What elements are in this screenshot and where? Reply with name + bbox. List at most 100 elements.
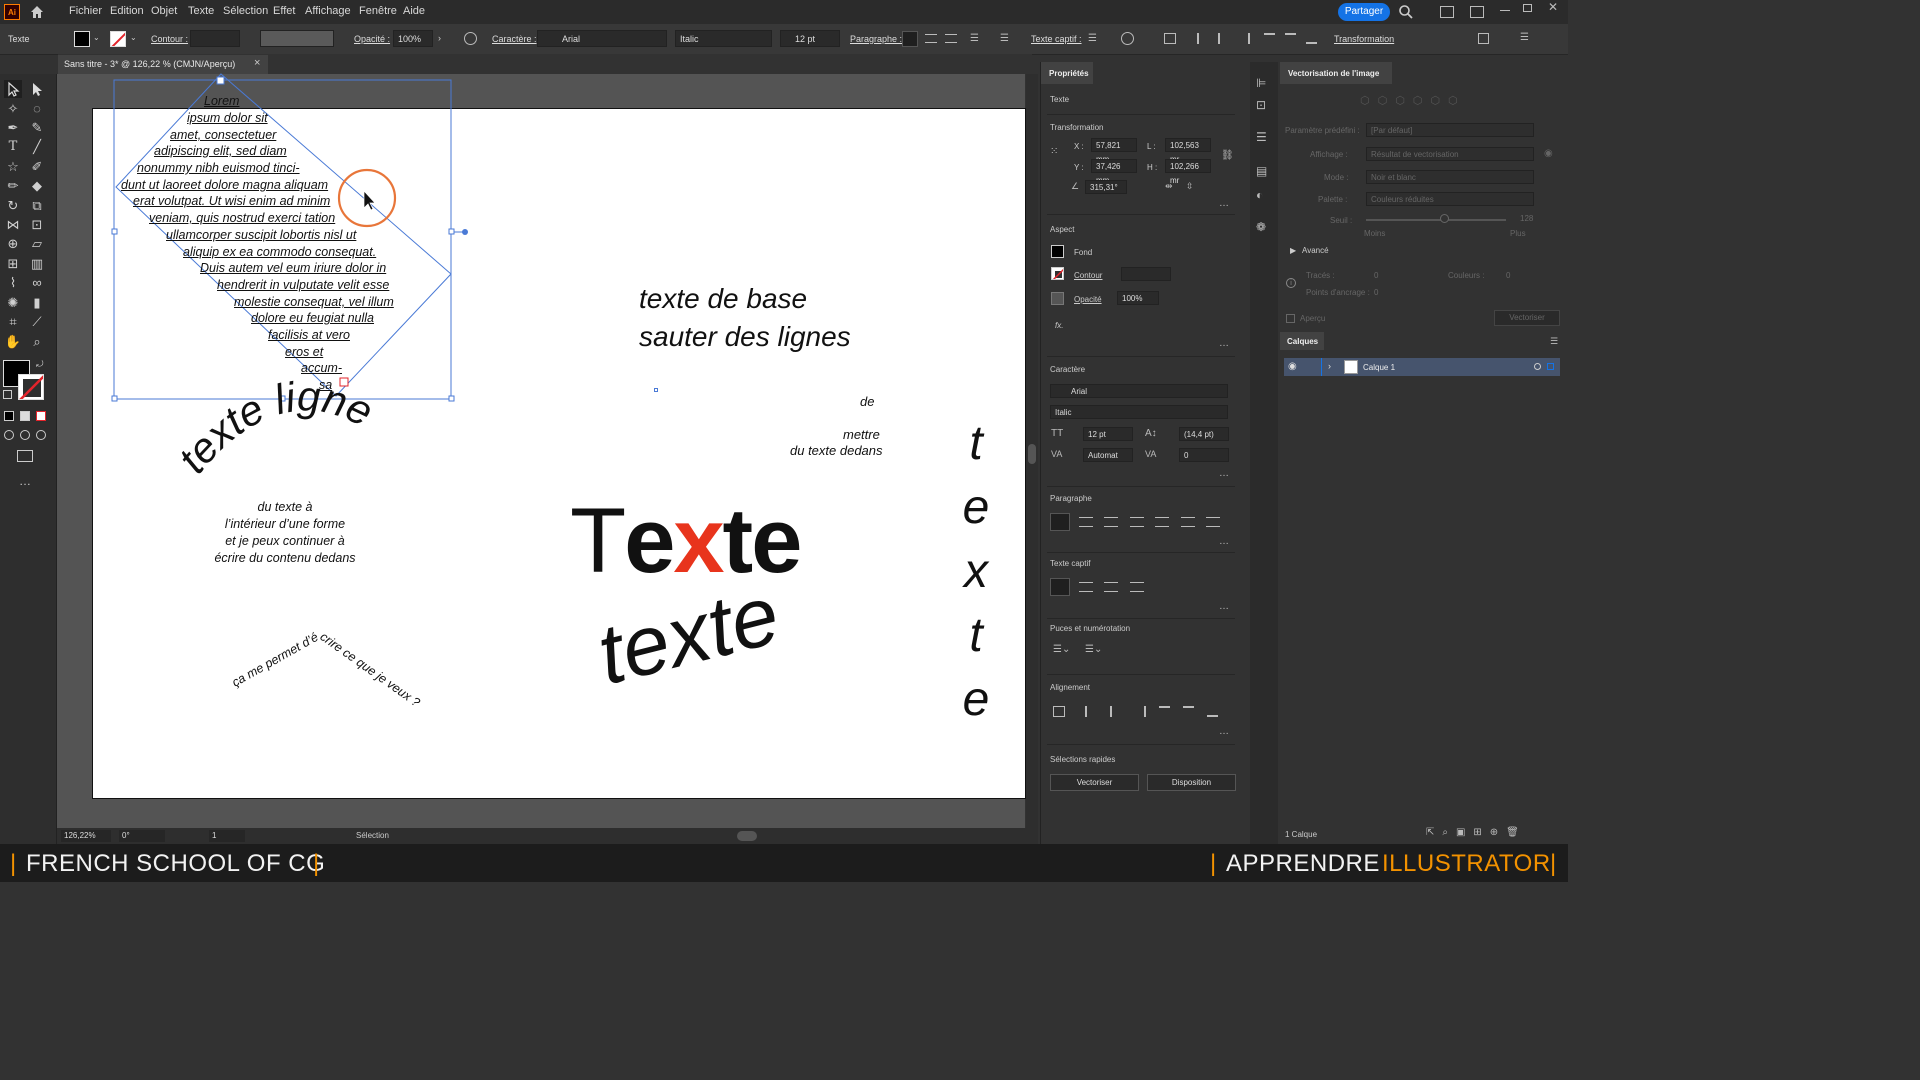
props-align-hcenter-icon[interactable] bbox=[1110, 706, 1121, 717]
vertical-scroll-thumb[interactable] bbox=[1028, 444, 1036, 464]
recolor-icon[interactable] bbox=[464, 32, 477, 45]
width-tool-icon[interactable]: ⋈ bbox=[4, 216, 22, 234]
gradient-tool-icon[interactable]: ▥ bbox=[28, 255, 46, 273]
eyedropper-tool-icon[interactable]: ⌇ bbox=[4, 274, 22, 292]
curvature-tool-icon[interactable]: ✎ bbox=[28, 119, 46, 137]
more-options-icon[interactable]: … bbox=[1219, 338, 1229, 349]
more-options-icon[interactable]: … bbox=[1219, 468, 1229, 479]
trace-button[interactable]: Vectoriser bbox=[1494, 310, 1560, 326]
rotate-tool-icon[interactable]: ↻ bbox=[4, 197, 22, 215]
area-type-align-top-button[interactable] bbox=[1050, 578, 1070, 596]
menu-affichage[interactable]: Affichage bbox=[305, 5, 351, 17]
stroke-color-swatch[interactable] bbox=[18, 374, 44, 400]
free-transform-tool-icon[interactable]: ⊡ bbox=[28, 216, 46, 234]
small-text-line[interactable]: du texte dedans bbox=[790, 443, 883, 458]
gradient-panel-icon[interactable]: ▤ bbox=[1256, 164, 1267, 178]
preview-checkbox[interactable] bbox=[1286, 314, 1295, 323]
menu-fichier[interactable]: Fichier bbox=[69, 5, 102, 17]
align-vcenter-objects-icon[interactable] bbox=[1285, 33, 1296, 44]
y-field[interactable]: 37,426 mm bbox=[1091, 159, 1137, 185]
layer-target-icon[interactable] bbox=[1534, 363, 1541, 370]
image-trace-panel-icon[interactable]: ❁ bbox=[1256, 220, 1266, 234]
type-tool-icon[interactable]: T bbox=[4, 138, 22, 156]
layer-name[interactable]: Calque 1 bbox=[1363, 363, 1395, 372]
menu-selection[interactable]: Sélection bbox=[223, 5, 268, 17]
menu-edition[interactable]: Edition bbox=[110, 5, 144, 17]
current-tool-status[interactable]: Sélection bbox=[356, 831, 389, 840]
opacity-field[interactable]: 100% bbox=[393, 30, 433, 47]
align-left-button[interactable] bbox=[902, 31, 918, 47]
hand-tool-icon[interactable]: ✋ bbox=[4, 333, 22, 351]
panel-menu-icon[interactable]: ☰ bbox=[1550, 336, 1558, 347]
appearance-fill-swatch[interactable] bbox=[1051, 245, 1064, 258]
zoom-tool-icon[interactable]: ⌕ bbox=[28, 333, 46, 351]
vertical-text[interactable]: t e x t e bbox=[956, 412, 996, 732]
props-align-right-icon[interactable] bbox=[1135, 706, 1146, 717]
arrange-icon[interactable] bbox=[1470, 6, 1484, 18]
stroke-weight-field[interactable] bbox=[190, 30, 240, 47]
screen-mode-icon[interactable] bbox=[17, 450, 33, 462]
area-type-align-bottom-icon[interactable] bbox=[1104, 582, 1118, 592]
star-tool-icon[interactable]: ☆ bbox=[4, 158, 22, 176]
text-anchor-point[interactable] bbox=[654, 388, 658, 392]
more-options-icon[interactable]: … bbox=[1219, 601, 1229, 612]
width-field[interactable]: 102,563 mr bbox=[1165, 138, 1211, 164]
slice-tool-icon[interactable]: ⟋ bbox=[28, 313, 46, 331]
workspace-icon[interactable] bbox=[1440, 6, 1454, 18]
gradient-mode-icon[interactable] bbox=[20, 411, 30, 421]
small-text-line[interactable]: de bbox=[860, 394, 874, 409]
vectorize-text-button[interactable]: Vectoriser bbox=[1050, 774, 1139, 791]
opacity-label[interactable]: Opacité : bbox=[354, 34, 390, 44]
appearance-panel-icon[interactable]: ◐ bbox=[1256, 188, 1263, 202]
align-panel-icon[interactable]: ⊫ bbox=[1256, 76, 1266, 90]
constrain-proportions-icon[interactable]: ⛓ bbox=[1221, 150, 1234, 161]
layer-selection-indicator[interactable] bbox=[1547, 363, 1554, 370]
angle-field[interactable]: 315,31° bbox=[1085, 180, 1127, 194]
horizontal-scroll-thumb[interactable] bbox=[737, 831, 757, 841]
path-text-arc[interactable]: texte ligne bbox=[169, 372, 420, 490]
default-colors-icon[interactable] bbox=[3, 390, 12, 399]
panel-menu-icon[interactable]: ☰ bbox=[1520, 32, 1529, 43]
align-left-objects-icon[interactable] bbox=[1197, 33, 1208, 44]
perspective-grid-tool-icon[interactable]: ▱ bbox=[28, 235, 46, 253]
paragraph-align-right-icon[interactable] bbox=[1104, 517, 1118, 527]
shape-builder-tool-icon[interactable]: ⊕ bbox=[4, 235, 22, 253]
props-font-style-field[interactable]: Italic bbox=[1050, 405, 1228, 419]
more-options-icon[interactable]: … bbox=[1219, 536, 1229, 547]
artboard-tool-icon[interactable]: ⌗ bbox=[4, 313, 22, 331]
document-tab[interactable]: Sans titre - 3* @ 126,22 % (CMJN/Aperçu)… bbox=[58, 55, 268, 74]
preset-select[interactable]: [Par défaut] bbox=[1366, 123, 1534, 137]
align-bottom-objects-icon[interactable] bbox=[1306, 33, 1317, 44]
font-family-field[interactable]: Arial bbox=[537, 30, 667, 47]
eraser-tool-icon[interactable]: ◆ bbox=[28, 177, 46, 195]
flip-horizontal-icon[interactable]: ⇹ bbox=[1165, 181, 1173, 192]
numbering-icon[interactable]: ☰ bbox=[1000, 33, 1009, 44]
recolor-globe-icon[interactable] bbox=[1121, 32, 1134, 45]
base-text-line[interactable]: texte de base bbox=[639, 283, 807, 315]
mode-select[interactable]: Noir et blanc bbox=[1366, 170, 1534, 184]
props-align-top-icon[interactable] bbox=[1159, 706, 1170, 717]
transform-label[interactable]: Transformation bbox=[1334, 34, 1394, 44]
home-icon[interactable] bbox=[29, 4, 45, 20]
layout-button[interactable]: Disposition bbox=[1147, 774, 1236, 791]
draw-inside-icon[interactable] bbox=[36, 430, 46, 440]
font-size-field[interactable]: 12 pt bbox=[780, 30, 840, 47]
mesh-tool-icon[interactable]: ⊞ bbox=[4, 255, 22, 273]
magic-wand-tool-icon[interactable]: ✧ bbox=[4, 100, 22, 118]
direct-selection-tool-icon[interactable] bbox=[28, 80, 46, 98]
blend-tool-icon[interactable]: ∞ bbox=[28, 274, 46, 292]
reference-point-icon[interactable]: ⁙ bbox=[1050, 146, 1066, 162]
appearance-stroke-swatch[interactable] bbox=[1051, 267, 1064, 280]
paragraph-align-center-icon[interactable] bbox=[1079, 517, 1093, 527]
shape-text-block[interactable]: du texte à l’intérieur d’une forme et je… bbox=[190, 499, 380, 567]
stroke-appearance-label[interactable]: Contour bbox=[1074, 271, 1102, 280]
swap-colors-icon[interactable]: ⤾ bbox=[36, 359, 44, 370]
props-align-left-icon[interactable] bbox=[1085, 706, 1096, 717]
stroke-label[interactable]: Contour : bbox=[151, 34, 188, 44]
paragraph-justify-left-icon[interactable] bbox=[1130, 517, 1144, 527]
isolate-icon[interactable] bbox=[1478, 33, 1489, 44]
none-mode-icon[interactable] bbox=[36, 411, 46, 421]
flip-vertical-icon[interactable]: ⇳ bbox=[1186, 181, 1194, 192]
palette-select[interactable]: Couleurs réduites bbox=[1366, 192, 1534, 206]
font-style-field[interactable]: Italic bbox=[675, 30, 772, 47]
